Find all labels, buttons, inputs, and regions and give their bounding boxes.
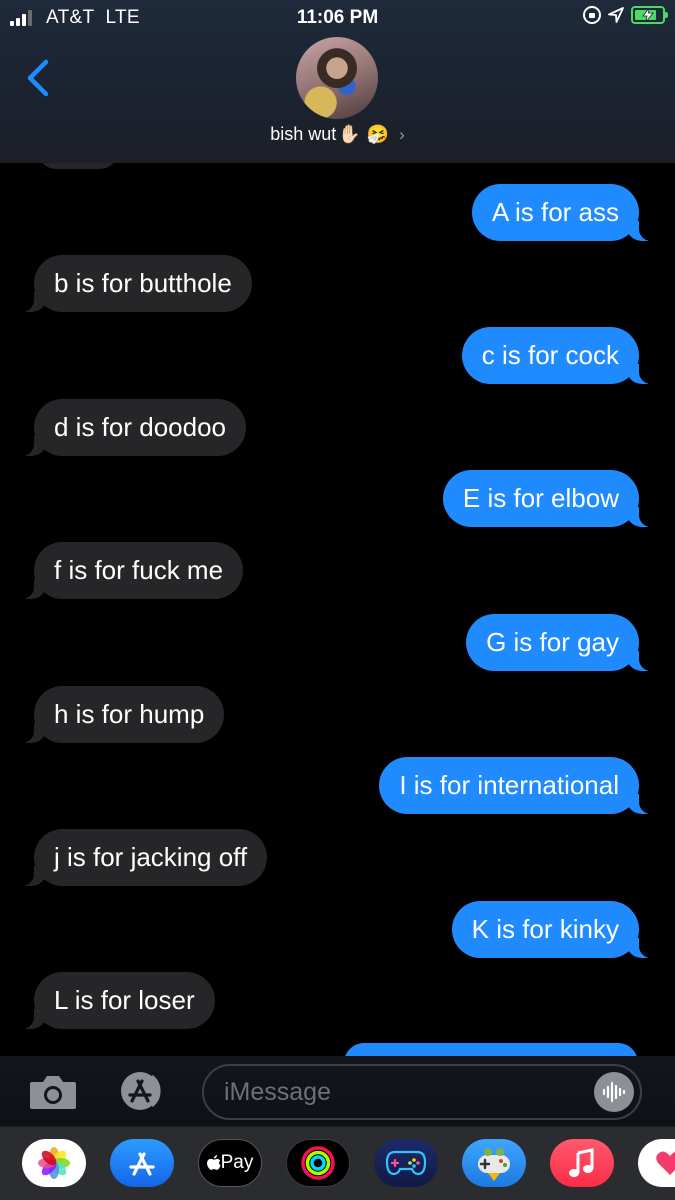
game-pigeon-icon[interactable] <box>462 1139 526 1187</box>
contact-name: bish wut <box>270 124 337 144</box>
music-icon[interactable] <box>550 1139 614 1187</box>
conversation-header: AT&T LTE 11:06 PM bish wut ✋🏻 🤧 › <box>0 0 675 163</box>
message-thread[interactable]: A is for ass b is for butthole c is for … <box>0 163 675 1056</box>
music-note-glyph <box>569 1148 594 1177</box>
orientation-lock-icon <box>583 6 601 24</box>
message-bubble-partial <box>344 1043 638 1056</box>
audio-waveform-icon[interactable] <box>594 1072 634 1112</box>
message-bubble-outgoing[interactable]: I is for international <box>379 757 657 814</box>
apple-logo-icon <box>206 1154 221 1170</box>
digital-touch-icon[interactable] <box>638 1139 675 1187</box>
message-bubble-outgoing[interactable]: K is for kinky <box>451 901 658 958</box>
message-bubble-incoming[interactable]: L is for loser <box>16 972 215 1029</box>
message-bubble-outgoing[interactable]: A is for ass <box>471 184 658 241</box>
message-bubble-incoming[interactable]: b is for butthole <box>16 255 252 312</box>
status-icons <box>583 6 668 24</box>
message-input[interactable] <box>224 1066 584 1118</box>
message-bubble-incoming[interactable]: d is for doodoo <box>15 399 247 456</box>
location-arrow-icon <box>608 7 624 23</box>
status-time: 11:06 PM <box>296 7 379 28</box>
game-controller-icon[interactable] <box>374 1139 438 1187</box>
imessage-app-drawer: Pay <box>0 1126 675 1200</box>
raised-hand-emoji: ✋🏻 <box>338 124 361 145</box>
photos-icon[interactable] <box>22 1139 86 1187</box>
contact-info-button[interactable]: bish wut ✋🏻 🤧 › <box>0 124 675 145</box>
camera-icon[interactable] <box>28 1074 78 1110</box>
app-store-glyph <box>129 1152 155 1176</box>
message-bubble-outgoing[interactable]: G is for gay <box>466 614 657 671</box>
sneezing-face-emoji: 🤧 <box>366 124 390 145</box>
gamepad-glyph <box>385 1150 427 1176</box>
heart-glyph <box>656 1151 675 1175</box>
battery-charging-icon <box>631 6 668 24</box>
message-bubble-incoming[interactable]: h is for hump <box>15 686 225 743</box>
photos-flower-glyph <box>38 1147 70 1179</box>
message-input-container[interactable] <box>202 1064 642 1120</box>
activity-icon[interactable] <box>286 1139 350 1187</box>
pigeon-glyph <box>478 1148 510 1181</box>
apple-pay-icon[interactable]: Pay <box>198 1139 262 1187</box>
waveform-glyph <box>602 1081 626 1103</box>
app-store-icon[interactable] <box>114 1070 174 1112</box>
back-button[interactable] <box>24 58 52 98</box>
apple-pay-label: Pay <box>220 1152 254 1173</box>
compose-bar <box>0 1056 675 1126</box>
message-bubble-outgoing[interactable]: E is for elbow <box>442 470 658 527</box>
contact-avatar[interactable] <box>296 37 378 119</box>
activity-rings-glyph <box>301 1146 335 1180</box>
app-store-icon[interactable] <box>110 1139 174 1187</box>
status-bar: AT&T LTE 11:06 PM <box>0 0 675 36</box>
message-bubble-incoming[interactable]: j is for jacking off <box>15 829 268 886</box>
message-bubble-partial <box>38 163 118 169</box>
message-bubble-outgoing[interactable]: c is for cock <box>461 327 658 384</box>
message-bubble-incoming[interactable]: f is for fuck me <box>15 542 244 599</box>
chevron-right-icon: › <box>399 124 405 144</box>
charging-bolt-icon <box>642 8 654 22</box>
